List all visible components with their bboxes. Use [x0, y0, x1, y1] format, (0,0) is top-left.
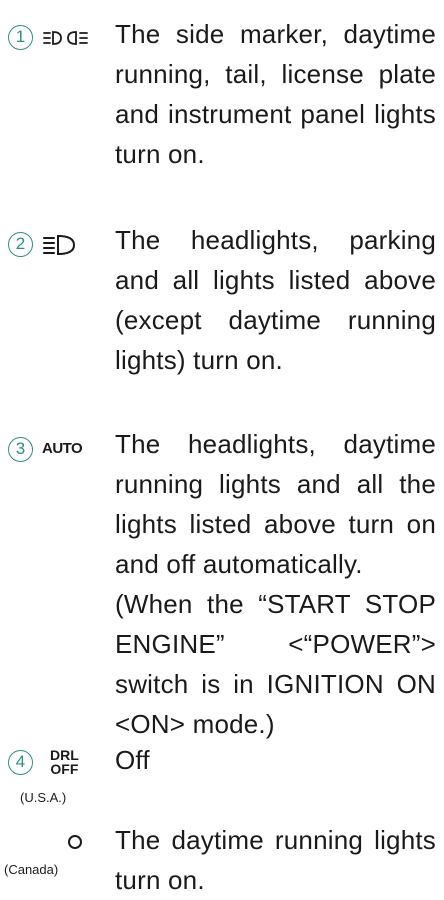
item-text-2: The headlights, parking and all lights l…	[115, 225, 436, 375]
off-label: OFF	[50, 761, 79, 777]
item-number-1: 1	[8, 25, 33, 50]
item-text-3: The headlights, daytime running lights a…	[115, 429, 436, 579]
region-usa: (U.S.A.)	[20, 790, 67, 805]
item-text-1: The side marker, daytime running, tail, …	[115, 19, 436, 169]
auto-icon: AUTO	[42, 440, 83, 457]
drl-off-icon: DRL OFF	[50, 748, 79, 776]
item-note-3: (When the “START STOP ENGINE” <“POWER”> …	[115, 589, 436, 739]
side-marker-lights-icon	[43, 31, 88, 45]
item-text-canada: The daytime running lights turn on.	[115, 825, 436, 895]
item-number-3: 3	[8, 437, 33, 462]
region-canada: (Canada)	[4, 862, 59, 877]
headlights-icon	[43, 234, 76, 256]
item-text-4: Off	[115, 745, 150, 775]
drl-label: DRL	[50, 747, 79, 763]
item-number-4: 4	[8, 750, 33, 775]
o-position-icon	[68, 835, 82, 849]
item-number-2: 2	[8, 232, 33, 257]
